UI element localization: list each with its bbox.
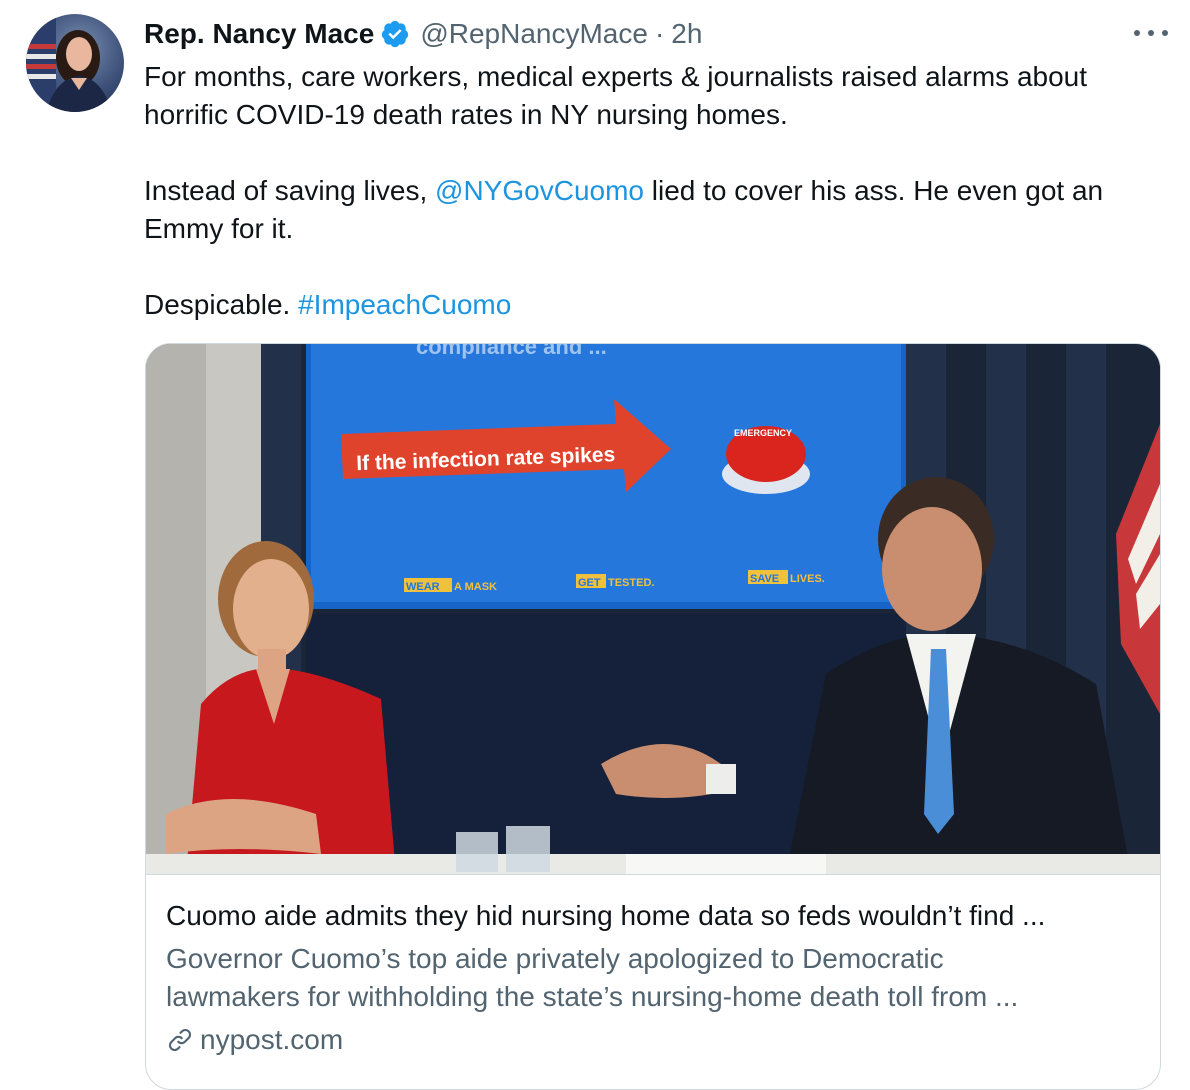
mention-link[interactable]: @NYGovCuomo xyxy=(435,175,644,206)
tweet-header: Rep. Nancy Mace @RepNancyMace · 2h xyxy=(144,14,1170,54)
slogan-3-rest: LIVES. xyxy=(790,573,825,585)
author-avatar[interactable] xyxy=(26,14,124,112)
slogan-3-highlight: SAVE xyxy=(750,573,779,585)
card-description: Governor Cuomo’s top aide privately apol… xyxy=(166,940,1146,1016)
more-dot xyxy=(1134,30,1140,36)
slogan-1-rest: A MASK xyxy=(454,581,497,593)
tweet-timestamp[interactable]: 2h xyxy=(671,14,702,54)
tweet-paragraph-3: Despicable. #ImpeachCuomo xyxy=(144,286,1154,324)
separator-dot: · xyxy=(654,18,665,49)
author-handle[interactable]: @RepNancyMace xyxy=(420,14,648,54)
tweet-text: For months, care workers, medical expert… xyxy=(144,58,1154,324)
card-description-line: lawmakers for withholding the state’s nu… xyxy=(166,981,1019,1012)
avatar-image xyxy=(26,14,112,112)
card-image: If the infection rate spikes compliance … xyxy=(146,344,1160,875)
more-dot xyxy=(1162,30,1168,36)
hashtag-link[interactable]: #ImpeachCuomo xyxy=(298,289,511,320)
link-icon xyxy=(168,1028,192,1052)
link-preview-card[interactable]: If the infection rate spikes compliance … xyxy=(145,343,1161,1090)
slogan-1-highlight: WEAR xyxy=(406,581,440,593)
emergency-label: EMERGENCY xyxy=(734,428,792,438)
card-title[interactable]: Cuomo aide admits they hid nursing home … xyxy=(166,896,1146,936)
tweet-paragraph-1: For months, care workers, medical expert… xyxy=(144,61,1088,130)
paragraph-text: Instead of saving lives, xyxy=(144,175,436,206)
tweet-paragraph-2: Instead of saving lives, @NYGovCuomo lie… xyxy=(144,172,1154,248)
card-domain-text: nypost.com xyxy=(200,1024,344,1055)
slogan-2-rest: TESTED. xyxy=(608,577,654,589)
card-domain[interactable]: nypost.com xyxy=(166,1020,343,1060)
more-dot xyxy=(1148,30,1154,36)
author-name[interactable]: Rep. Nancy Mace xyxy=(144,14,374,54)
more-options-icon[interactable] xyxy=(1134,20,1168,46)
card-description-line: Governor Cuomo’s top aide privately apol… xyxy=(166,943,944,974)
screen-top-text: compliance and ... xyxy=(416,344,607,359)
paragraph-text: Despicable. xyxy=(144,289,299,320)
verified-badge-icon xyxy=(382,20,409,48)
slogan-2-highlight: GET xyxy=(578,577,601,589)
